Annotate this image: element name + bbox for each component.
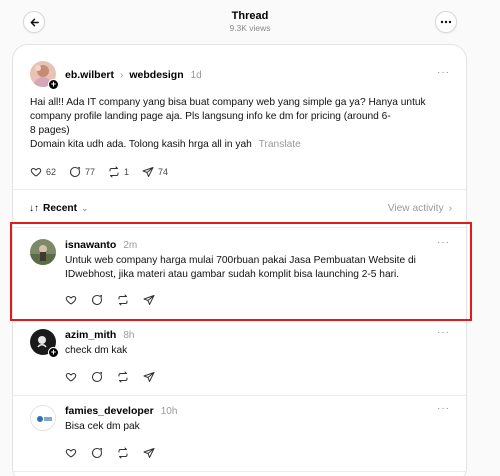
chevron-right-icon: › [120,69,124,81]
sort-dropdown[interactable]: ↓↑ Recent ⌄ [29,203,89,214]
comment-icon [92,448,102,458]
comment-button[interactable] [91,447,103,459]
view-count: 9.3K views [229,23,271,33]
chevron-right-icon: › [448,203,452,214]
reply-username[interactable]: azim_mith [65,329,116,341]
reply-body: Bisa cek dm pak [65,420,460,434]
like-button[interactable] [65,371,77,383]
more-icon [440,20,452,24]
comment-icon [92,372,102,382]
repost-icon [118,447,128,459]
reply-actions [65,294,169,306]
reply-username[interactable]: isnawanto [65,239,116,251]
post-actions: 62 77 1 74 [30,166,181,178]
heart-icon [65,295,77,305]
repost-button[interactable]: 1 [108,166,129,178]
heart-icon [65,448,77,458]
send-icon [142,167,154,177]
reply-item: famies_developer 10h ··· Bisa cek dm pak [13,395,466,471]
post-line: 8 pages) [30,125,70,136]
post-time: 1d [190,69,202,81]
repost-button[interactable] [117,447,129,459]
repost-count: 1 [124,167,130,177]
send-icon [143,372,155,382]
view-activity-link[interactable]: View activity › [388,203,452,214]
reply-body: check dm kak [65,344,460,358]
repost-icon [109,166,119,178]
post-line: Hai all!! Ada IT company yang bisa buat … [30,97,426,108]
comment-button[interactable]: 77 [69,166,95,178]
divider [13,189,466,190]
divider [13,471,466,472]
sort-row: ↓↑ Recent ⌄ View activity › [29,203,452,217]
send-icon [143,448,155,458]
avatar[interactable] [30,405,56,431]
reply-time: 2m [123,239,138,251]
post-line: company profile landing page aja. Pls la… [30,111,391,122]
reply-username[interactable]: famies_developer [65,405,154,417]
heart-icon [30,167,42,177]
heart-icon [65,372,77,382]
post-username[interactable]: eb.wilbert [65,69,114,81]
comment-button[interactable] [91,371,103,383]
reply-line: IDwebhost, jika materi atau gambar sudah… [65,269,400,280]
reply-item: + azim_mith 8h ··· check dm kak [13,319,466,395]
sort-label: Recent [43,203,77,214]
reply-actions [65,371,169,383]
comment-icon [70,167,81,177]
community-link[interactable]: webdesign [129,69,183,81]
reply-actions [65,447,169,459]
thread-header: Thread 9.3K views [0,0,500,44]
share-count: 74 [158,167,169,177]
repost-icon [118,294,128,306]
reply-line: Untuk web company harga mulai 700rbuan p… [65,255,416,266]
like-button[interactable] [65,447,77,459]
more-options-button[interactable] [435,11,457,33]
share-button[interactable]: 74 [142,166,168,178]
comment-button[interactable] [91,294,103,306]
follow-icon[interactable]: + [48,347,59,358]
like-button[interactable] [65,294,77,306]
view-activity-label: View activity [387,203,444,214]
reply-time: 8h [123,329,135,341]
comment-count: 77 [85,167,96,177]
like-button[interactable]: 62 [30,166,56,178]
chevron-down-icon: ⌄ [80,203,89,213]
post-more-icon[interactable]: ··· [437,67,450,78]
avatar[interactable] [30,239,56,265]
share-button[interactable] [143,447,155,459]
thread-card: + eb.wilbert › webdesign 1d ··· Hai all!… [12,44,467,476]
post-line: Domain kita udh ada. Tolong kasih hrga a… [30,139,252,150]
comment-icon [92,295,102,305]
sort-icon: ↓↑ [29,203,39,214]
translate-link[interactable]: Translate [259,139,301,150]
reply-more-icon[interactable]: ··· [437,327,450,338]
share-button[interactable] [143,371,155,383]
repost-button[interactable] [117,294,129,306]
reply-more-icon[interactable]: ··· [437,403,450,414]
share-button[interactable] [143,294,155,306]
reply-body: Untuk web company harga mulai 700rbuan p… [65,254,460,282]
repost-icon [118,371,128,383]
post-body: Hai all!! Ada IT company yang bisa buat … [30,96,460,152]
reply-line: Bisa cek dm pak [65,421,140,432]
send-icon [143,295,155,305]
reply-time: 10h [160,405,178,417]
page-title: Thread [231,10,269,22]
follow-icon[interactable]: + [48,79,59,90]
reply-item: isnawanto 2m ··· Untuk web company harga… [13,227,466,319]
like-count: 62 [46,167,57,177]
reply-line: check dm kak [65,345,128,356]
reply-more-icon[interactable]: ··· [437,237,450,248]
repost-button[interactable] [117,371,129,383]
